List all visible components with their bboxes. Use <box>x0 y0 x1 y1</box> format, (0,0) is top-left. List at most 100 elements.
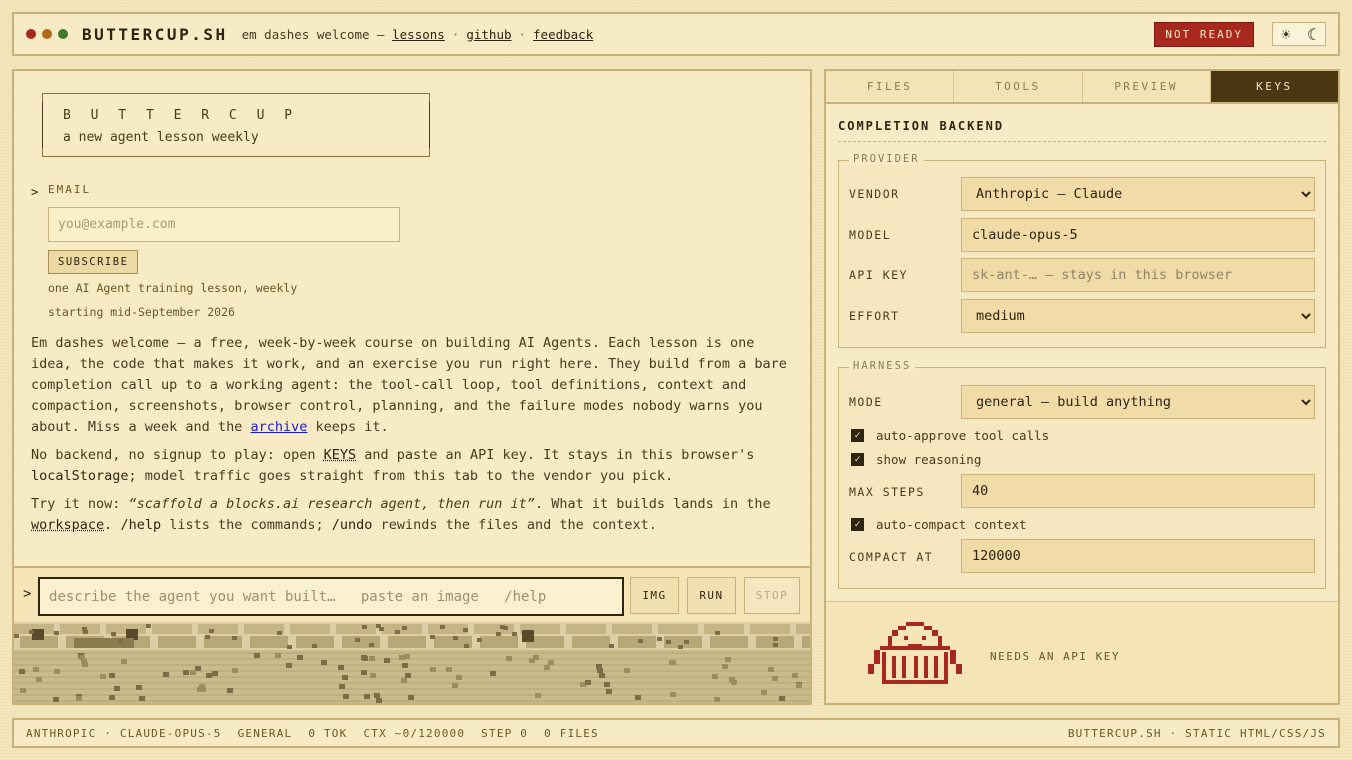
terrain-pixel <box>227 688 233 693</box>
subscribe-button[interactable]: SUBSCRIBE <box>48 250 139 274</box>
terrain-pixel <box>773 637 778 641</box>
terrain-pixel <box>761 690 767 695</box>
terrain-pixel <box>597 668 603 673</box>
terrain-pixel <box>343 694 349 699</box>
terrain-pixel <box>232 636 237 640</box>
vendor-select[interactable]: Anthropic — Claude <box>961 177 1315 211</box>
example-prompt[interactable]: “scaffold a blocks.ai research agent, th… <box>129 496 535 512</box>
workspace-link[interactable]: workspace <box>31 517 104 533</box>
terrain-pixel <box>206 673 212 678</box>
terrain-pixel <box>338 665 344 670</box>
img-button[interactable]: IMG <box>630 577 679 614</box>
intro-paragraph-1: Em dashes welcome — a free, week-by-week… <box>31 335 787 435</box>
terrain-pixel <box>29 630 34 634</box>
keys-link[interactable]: KEYS <box>324 447 357 463</box>
compact-at-field[interactable]: 120000 <box>961 539 1315 573</box>
email-input[interactable] <box>48 207 400 242</box>
terrain-pixel <box>212 671 218 676</box>
show-reasoning-row[interactable]: ✓ show reasoning <box>851 452 981 467</box>
terrain-pixel <box>684 640 689 644</box>
terrain-pixel <box>599 673 605 678</box>
api-key-field[interactable]: sk-ant-… — stays in this browser <box>961 258 1315 292</box>
terrain-pixel <box>275 653 281 658</box>
terrain-pixel <box>362 625 367 629</box>
terrain-pixel <box>376 698 382 703</box>
email-caret: > <box>31 185 39 199</box>
terrain-pixel <box>606 689 612 694</box>
lessons-link[interactable]: lessons <box>392 27 445 42</box>
auto-approve-checkbox[interactable]: ✓ <box>851 429 864 442</box>
terrain-pixel <box>750 624 790 634</box>
terrain-pixel <box>446 667 452 672</box>
command-bar: > IMG RUN STOP <box>14 566 810 622</box>
terrain-pixel <box>74 638 134 648</box>
terrain-pixel <box>725 657 731 662</box>
terrain-pixel <box>796 624 810 634</box>
terrain-pixel <box>670 692 676 697</box>
status-badge: NOT READY <box>1154 21 1254 47</box>
terrain-pixel <box>370 673 376 678</box>
show-reasoning-checkbox[interactable]: ✓ <box>851 453 864 466</box>
command-input[interactable] <box>38 577 624 616</box>
terrain-pixel <box>114 686 120 691</box>
terrain-pixel <box>136 685 142 690</box>
terrain-pixel <box>342 675 348 680</box>
stop-button[interactable]: STOP <box>744 577 800 614</box>
archive-link[interactable]: archive <box>250 419 307 435</box>
terrain-pixel <box>76 696 82 701</box>
tab-tools[interactable]: TOOLS <box>954 71 1083 102</box>
undo-command: /undo <box>331 517 373 533</box>
terrain-pixel <box>402 663 408 668</box>
terrain-pixel <box>14 670 810 672</box>
hero-subtitle: a new agent lesson weekly <box>63 130 259 145</box>
mode-label: MODE <box>849 395 883 409</box>
feedback-link[interactable]: feedback <box>533 27 593 42</box>
theme-toggle[interactable]: ☀ ☾ <box>1272 22 1326 46</box>
provider-legend: PROVIDER <box>849 153 924 165</box>
tab-keys[interactable]: KEYS <box>1210 71 1338 102</box>
terrain-pixel <box>384 658 390 663</box>
effort-select[interactable]: medium <box>961 299 1315 333</box>
terrain-pixel <box>604 682 610 687</box>
terrain-pixel <box>250 636 288 648</box>
terrain-pixel <box>342 636 380 648</box>
terrain-pixel <box>312 644 317 648</box>
max-steps-label: MAX STEPS <box>849 485 925 499</box>
terrain-pixel <box>544 665 550 670</box>
terrain-pixel <box>731 680 737 685</box>
terrain-pixel <box>496 632 501 636</box>
terrain-pixel <box>321 660 327 665</box>
signup-note-1: one AI Agent training lesson, weekly <box>48 281 298 295</box>
mascot-status: NEEDS AN API KEY <box>990 650 1120 663</box>
terrain-pixel <box>205 635 210 639</box>
terrain-pixel <box>146 624 151 628</box>
terrain-pixel <box>402 626 407 630</box>
tab-files[interactable]: FILES <box>826 71 955 102</box>
terrain-pixel <box>500 625 505 629</box>
mascot-area: NEEDS AN API KEY <box>826 601 1338 703</box>
terrain-pixel <box>197 687 203 692</box>
terrain-pixel <box>336 624 376 634</box>
help-command: /help <box>120 517 162 533</box>
github-link[interactable]: github <box>466 27 511 42</box>
side-panel: FILES TOOLS PREVIEW KEYS COMPLETION BACK… <box>824 69 1340 705</box>
tab-preview[interactable]: PREVIEW <box>1082 71 1211 102</box>
auto-approve-row[interactable]: ✓ auto-approve tool calls <box>851 428 1049 443</box>
terrain-pixel <box>14 676 810 678</box>
model-field[interactable]: claude-opus-5 <box>961 218 1315 252</box>
auto-compact-row[interactable]: ✓ auto-compact context <box>851 517 1027 532</box>
status-footer: ANTHROPIC · CLAUDE-OPUS-5 GENERAL 0 TOK … <box>12 718 1340 748</box>
terrain-pixel <box>374 693 380 698</box>
terrain-pixel <box>779 696 785 701</box>
mode-select[interactable]: general — build anything <box>961 385 1315 419</box>
terrain-pixel <box>287 645 292 649</box>
terrain-pixel <box>82 662 88 667</box>
terrain-pixel <box>773 643 778 647</box>
terrain-pixel <box>440 625 445 629</box>
auto-compact-checkbox[interactable]: ✓ <box>851 518 864 531</box>
command-prompt: > <box>23 586 32 602</box>
terrain-pixel <box>376 624 381 628</box>
max-steps-field[interactable]: 40 <box>961 474 1315 508</box>
run-button[interactable]: RUN <box>687 577 736 614</box>
tagline-text: em dashes welcome — <box>241 26 385 42</box>
